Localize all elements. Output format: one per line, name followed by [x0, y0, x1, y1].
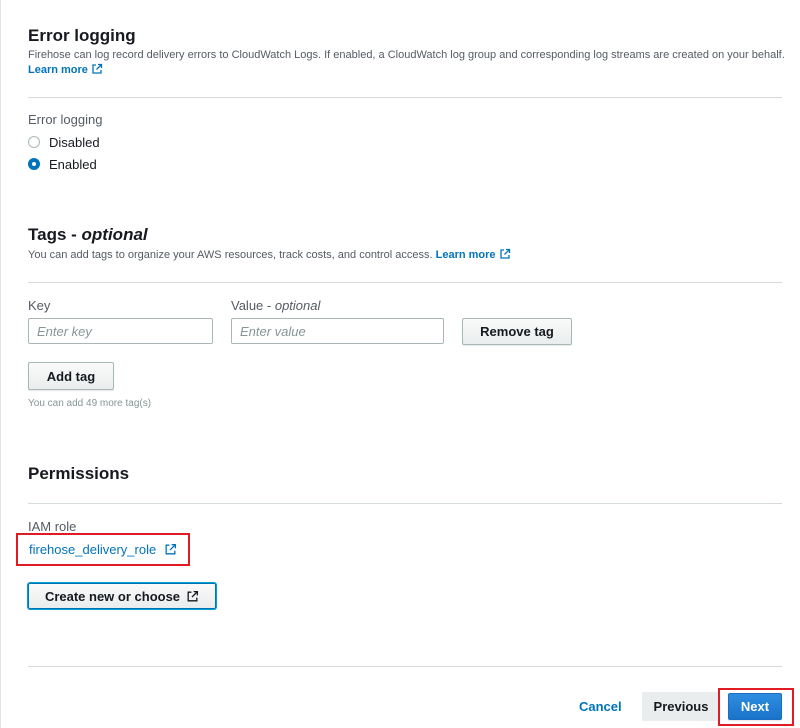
error-logging-field-label: Error logging — [28, 112, 103, 127]
external-link-icon — [499, 248, 510, 259]
radio-button-checked[interactable] — [28, 158, 40, 170]
error-logging-title: Error logging — [28, 26, 136, 45]
iam-role-link[interactable]: firehose_delivery_role — [29, 542, 177, 557]
error-logging-description: Firehose can log record delivery errors … — [28, 48, 788, 78]
value-label-text: Value - — [231, 298, 275, 313]
next-button[interactable]: Next — [728, 693, 782, 720]
create-new-role-button[interactable]: Create new or choose — [28, 583, 216, 609]
divider — [28, 666, 782, 667]
divider — [28, 97, 782, 98]
permissions-title: Permissions — [28, 464, 130, 483]
error-logging-learn-more-link[interactable]: Learn more — [28, 63, 103, 76]
radio-button[interactable] — [28, 136, 40, 148]
radio-disabled[interactable]: Disabled — [28, 134, 100, 150]
tag-value-input[interactable] — [231, 318, 444, 344]
value-label: Value - optional — [231, 298, 320, 313]
tags-description: You can add tags to organize your AWS re… — [28, 248, 511, 263]
cancel-button[interactable]: Cancel — [579, 699, 622, 714]
radio-enabled[interactable]: Enabled — [28, 156, 97, 172]
learn-more-label: Learn more — [435, 249, 496, 261]
tags-title-text: Tags - — [28, 225, 82, 244]
tags-learn-more-link[interactable]: Learn more — [435, 248, 511, 261]
tags-title-optional: optional — [81, 225, 148, 244]
panel-border — [0, 0, 1, 728]
external-link-icon — [187, 590, 199, 601]
create-new-role-label: Create new or choose — [44, 588, 181, 604]
tag-key-input[interactable] — [28, 318, 213, 344]
external-link-icon — [165, 543, 177, 555]
key-label: Key — [28, 298, 51, 313]
iam-role-label: IAM role — [28, 519, 77, 534]
tags-title: Tags - optional — [28, 225, 148, 245]
add-tag-button[interactable]: Add tag — [28, 362, 114, 390]
learn-more-label: Learn more — [28, 64, 88, 76]
iam-role-name: firehose_delivery_role — [29, 542, 157, 557]
radio-disabled-label: Disabled — [49, 134, 100, 150]
previous-button[interactable]: Previous — [642, 692, 720, 721]
divider — [28, 282, 782, 283]
firehose-config-page: Error logging Firehose can log record de… — [0, 0, 800, 728]
external-link-icon — [92, 63, 103, 74]
divider — [28, 503, 782, 504]
remove-tag-button[interactable]: Remove tag — [462, 318, 572, 345]
tags-remaining-hint: You can add 49 more tag(s) — [28, 398, 152, 409]
value-label-optional: optional — [274, 298, 321, 313]
error-logging-description-text: Firehose can log record delivery errors … — [28, 49, 785, 61]
tags-description-text: You can add tags to organize your AWS re… — [28, 249, 433, 261]
radio-enabled-label: Enabled — [49, 156, 97, 172]
